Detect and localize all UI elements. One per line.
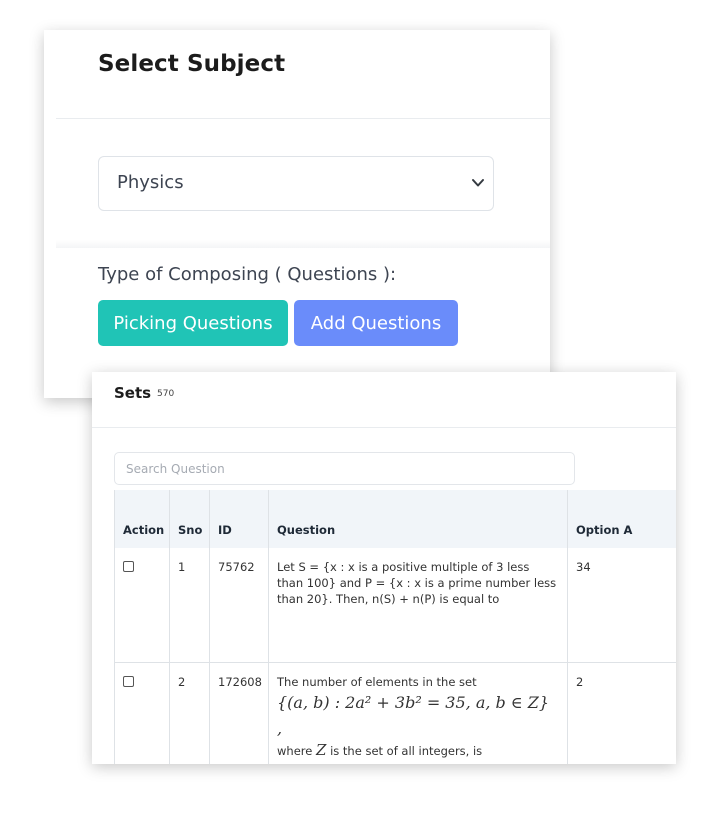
sno-cell: 1	[169, 548, 210, 663]
subject-card: Select Subject Physics Type of Composing…	[44, 30, 550, 398]
add-questions-button[interactable]: Add Questions	[294, 300, 458, 346]
sets-card: Sets 570 Action Sno ID Question Option A	[92, 372, 676, 764]
sets-title: Sets	[114, 384, 152, 402]
question-intro-text: The number of elements in the set	[277, 674, 477, 689]
column-header-id: ID	[209, 490, 269, 548]
question-math-symbol: Z	[315, 740, 327, 759]
table-row: 2 172608 The number of elements in the s…	[114, 662, 676, 764]
column-header-question: Question	[268, 490, 568, 548]
subject-select-value: Physics	[117, 172, 184, 193]
sno-cell: 2	[169, 662, 210, 764]
column-header-action: Action	[114, 490, 170, 548]
divider	[92, 427, 676, 428]
column-header-sno: Sno	[169, 490, 210, 548]
subject-title: Select Subject	[98, 51, 286, 77]
search-question-input[interactable]	[114, 452, 575, 485]
chevron-down-icon	[472, 179, 484, 187]
question-math-expression: {(a, b) : 2a² + 3b² = 35, a, b ∈ Z} ,	[277, 692, 550, 738]
column-header-option-a: Option A	[567, 490, 676, 548]
row-select-checkbox[interactable]	[123, 561, 134, 572]
id-cell: 172608	[209, 662, 269, 764]
question-cell: The number of elements in the set {(a, b…	[268, 662, 568, 764]
option-a-cell: 2	[567, 662, 676, 764]
question-cell: Let S = {x : x is a positive multiple of…	[268, 548, 568, 663]
picking-questions-button[interactable]: Picking Questions	[98, 300, 288, 346]
option-a-cell: 34	[567, 548, 676, 663]
row-select-checkbox[interactable]	[123, 675, 134, 687]
compose-type-label: Type of Composing ( Questions ):	[98, 264, 397, 285]
sets-count: 570	[157, 389, 175, 399]
subject-select[interactable]: Physics	[98, 156, 494, 211]
table-row: 1 75762 Let S = {x : x is a positive mul…	[114, 548, 676, 663]
action-cell	[114, 662, 170, 764]
divider	[56, 118, 550, 119]
questions-table: Action Sno ID Question Option A 1 75762 …	[114, 490, 676, 764]
action-cell	[114, 548, 170, 663]
section-separator	[56, 240, 550, 248]
table-header-row: Action Sno ID Question Option A	[114, 490, 676, 548]
question-where-text: where	[277, 743, 313, 758]
question-end-text: is the set of all integers, is	[330, 743, 483, 758]
id-cell: 75762	[209, 548, 269, 663]
